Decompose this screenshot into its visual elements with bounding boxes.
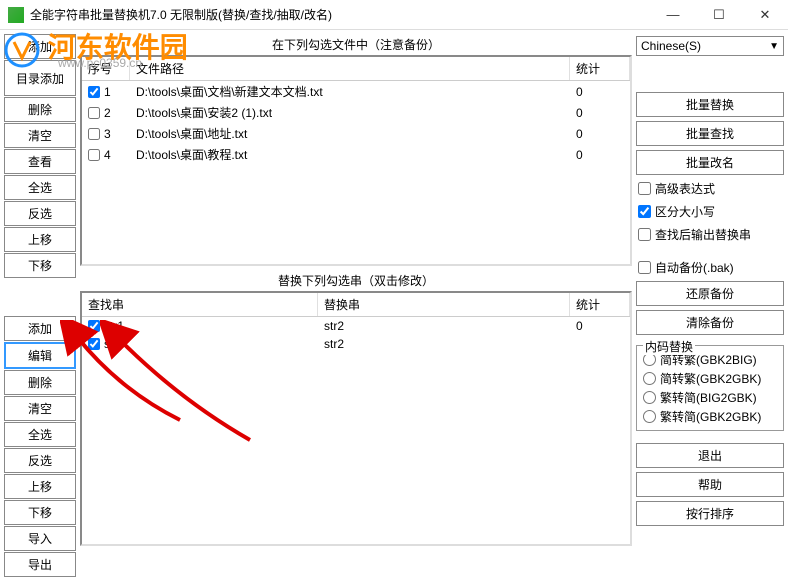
stat-cell: 0 (570, 124, 630, 143)
row-checkbox[interactable] (88, 320, 100, 332)
batch-replace-button[interactable]: 批量替换 (636, 92, 784, 117)
str-move-down-button[interactable]: 下移 (4, 500, 76, 525)
file-path-cell: D:\tools\桌面\文档\新建文本文档.txt (130, 82, 570, 101)
select-all-button[interactable]: 全选 (4, 175, 76, 200)
language-value: Chinese(S) (641, 39, 701, 53)
str-move-up-button[interactable]: 上移 (4, 474, 76, 499)
stat-cell: 0 (570, 145, 630, 164)
maximize-button[interactable]: ☐ (696, 0, 742, 30)
table-row[interactable]: str1str2 (82, 335, 630, 353)
file-path-cell: D:\tools\桌面\安装2 (1).txt (130, 103, 570, 122)
str-clear-button[interactable]: 清空 (4, 396, 76, 421)
row-checkbox[interactable] (88, 338, 100, 350)
move-down-button[interactable]: 下移 (4, 253, 76, 278)
str-invert-button[interactable]: 反选 (4, 448, 76, 473)
auto-backup-checkbox[interactable] (638, 261, 651, 274)
col-stat2-header[interactable]: 统计 (570, 293, 630, 316)
clear-button[interactable]: 清空 (4, 123, 76, 148)
help-button[interactable]: 帮助 (636, 472, 784, 497)
str-delete-button[interactable]: 删除 (4, 370, 76, 395)
adv-expr-checkbox[interactable] (638, 182, 651, 195)
col-repl-header[interactable]: 替换串 (318, 293, 570, 316)
close-button[interactable]: ✕ (742, 0, 788, 30)
enc3-radio[interactable] (643, 391, 656, 404)
col-find-header[interactable]: 查找串 (82, 293, 318, 316)
chevron-down-icon: ▼ (769, 41, 779, 52)
encoding-group: 内码替换 简转繁(GBK2BIG) 简转繁(GBK2GBK) 繁转简(BIG2G… (636, 345, 784, 431)
str-export-button[interactable]: 导出 (4, 552, 76, 577)
col-path-header[interactable]: 文件路径 (130, 57, 570, 80)
stat-cell (570, 336, 630, 352)
table-row[interactable]: 3D:\tools\桌面\地址.txt0 (82, 123, 630, 144)
clear-backup-button[interactable]: 清除备份 (636, 310, 784, 335)
sort-by-line-button[interactable]: 按行排序 (636, 501, 784, 526)
str-select-all-button[interactable]: 全选 (4, 422, 76, 447)
delete-button[interactable]: 删除 (4, 97, 76, 122)
row-checkbox[interactable] (88, 149, 100, 161)
file-path-cell: D:\tools\桌面\地址.txt (130, 124, 570, 143)
table-row[interactable]: 1D:\tools\桌面\文档\新建文本文档.txt0 (82, 81, 630, 102)
add-button[interactable]: 添加 (4, 34, 76, 59)
batch-rename-button[interactable]: 批量改名 (636, 150, 784, 175)
row-checkbox[interactable] (88, 107, 100, 119)
restore-backup-button[interactable]: 还原备份 (636, 281, 784, 306)
case-sensitive-checkbox[interactable] (638, 205, 651, 218)
repl-cell: str2 (318, 336, 570, 352)
string-list-title: 替换下列勾选串（双击修改） (80, 270, 632, 291)
col-stat-header[interactable]: 统计 (570, 57, 630, 80)
stat-cell: 0 (570, 82, 630, 101)
str-import-button[interactable]: 导入 (4, 526, 76, 551)
left-toolbar: 添加 目录添加 删除 清空 查看 全选 反选 上移 下移 添加 编辑 删除 清空… (4, 34, 76, 546)
window-title: 全能字符串批量替换机7.0 无限制版(替换/查找/抽取/改名) (30, 6, 650, 23)
row-checkbox[interactable] (88, 86, 100, 98)
file-path-cell: D:\tools\桌面\教程.txt (130, 145, 570, 164)
minimize-button[interactable]: — (650, 0, 696, 30)
file-list[interactable]: 序号 文件路径 统计 1D:\tools\桌面\文档\新建文本文档.txt02D… (80, 55, 632, 266)
output-after-find-checkbox[interactable] (638, 228, 651, 241)
exit-button[interactable]: 退出 (636, 443, 784, 468)
col-seq-header[interactable]: 序号 (82, 57, 130, 80)
titlebar: 全能字符串批量替换机7.0 无限制版(替换/查找/抽取/改名) — ☐ ✕ (0, 0, 788, 30)
repl-cell: str2 (318, 318, 570, 334)
str-edit-button[interactable]: 编辑 (4, 342, 76, 369)
batch-find-button[interactable]: 批量查找 (636, 121, 784, 146)
table-row[interactable]: 2D:\tools\桌面\安装2 (1).txt0 (82, 102, 630, 123)
enc2-radio[interactable] (643, 372, 656, 385)
table-row[interactable]: str1str20 (82, 317, 630, 335)
language-combo[interactable]: Chinese(S) ▼ (636, 36, 784, 56)
add-dir-button[interactable]: 目录添加 (4, 60, 76, 96)
stat-cell: 0 (570, 318, 630, 334)
view-button[interactable]: 查看 (4, 149, 76, 174)
move-up-button[interactable]: 上移 (4, 227, 76, 252)
enc4-radio[interactable] (643, 410, 656, 423)
table-row[interactable]: 4D:\tools\桌面\教程.txt0 (82, 144, 630, 165)
right-panel: Chinese(S) ▼ 批量替换 批量查找 批量改名 高级表达式 区分大小写 … (636, 34, 784, 546)
row-checkbox[interactable] (88, 128, 100, 140)
app-icon (8, 7, 24, 23)
invert-button[interactable]: 反选 (4, 201, 76, 226)
file-list-title: 在下列勾选文件中（注意备份） (80, 34, 632, 55)
string-list[interactable]: 查找串 替换串 统计 str1str20str1str2 (80, 291, 632, 546)
stat-cell: 0 (570, 103, 630, 122)
str-add-button[interactable]: 添加 (4, 316, 76, 341)
